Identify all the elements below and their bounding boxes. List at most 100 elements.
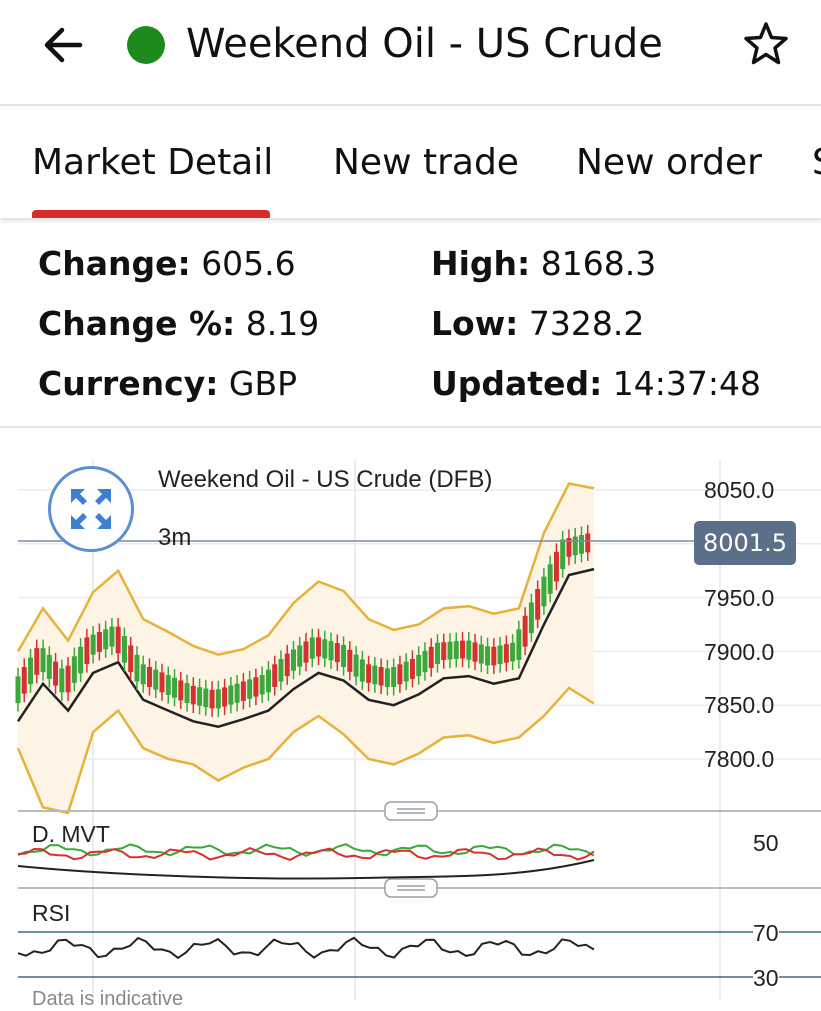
active-tab-indicator: [32, 210, 270, 218]
tab-new-trade[interactable]: New trade: [333, 136, 519, 190]
tab-market-detail[interactable]: Market Detail: [32, 136, 273, 190]
candle-body: [428, 646, 434, 669]
market-status-indicator: [127, 26, 165, 64]
stat-updated: Updated: 14:37:48: [431, 362, 761, 406]
candle-body: [240, 681, 246, 701]
candle-body: [578, 535, 584, 554]
candle-body: [78, 646, 84, 674]
app-header: Weekend Oil - US Crude: [0, 0, 821, 106]
candle-body: [197, 687, 203, 706]
tab-more[interactable]: S: [812, 136, 821, 190]
candle-body: [485, 646, 491, 666]
tab-new-order[interactable]: New order: [576, 136, 762, 190]
candle-body: [478, 644, 484, 664]
candle-body: [272, 664, 278, 687]
candle-body: [447, 641, 453, 660]
stat-label: Change:: [38, 244, 191, 283]
candle-body: [503, 644, 509, 663]
candle-body: [316, 637, 322, 657]
candle-body: [391, 667, 397, 687]
y-tick-label: 7950.0: [704, 585, 775, 611]
stat-low: Low: 7328.2: [431, 302, 644, 346]
candle-body: [384, 668, 390, 687]
candle-body: [46, 654, 52, 679]
star-outline-icon[interactable]: [740, 18, 792, 70]
stat-currency: Currency: GBP: [38, 362, 297, 406]
candle-body: [109, 626, 115, 647]
candle-body: [15, 676, 21, 704]
candle-body: [366, 664, 372, 683]
candle-body: [146, 667, 152, 687]
candle-body: [190, 685, 196, 705]
candle-body: [460, 640, 466, 659]
chart-title: Weekend Oil - US Crude (DFB): [158, 466, 493, 493]
stat-value: 14:37:48: [612, 364, 762, 403]
stat-label: High:: [431, 244, 531, 283]
candle-body: [378, 667, 384, 686]
candle-body: [585, 533, 591, 553]
chart-interval: 3m: [158, 524, 192, 551]
candle-body: [28, 657, 34, 685]
candle-body: [115, 626, 121, 654]
candle-body: [121, 636, 127, 663]
stat-label: Low:: [431, 304, 519, 343]
candle-body: [535, 588, 541, 620]
candle-body: [403, 661, 409, 682]
candle-body: [215, 689, 221, 709]
candle-body: [71, 656, 77, 683]
stat-value: 8.19: [245, 304, 320, 343]
candle-body: [572, 536, 578, 556]
y-tick-label: 7900.0: [704, 639, 775, 665]
candle-body: [278, 658, 284, 682]
candle-body: [397, 664, 403, 685]
candle-body: [96, 632, 102, 652]
candle-body: [347, 649, 353, 672]
expand-icon: [71, 489, 111, 529]
stat-change: Change: 605.6: [38, 242, 296, 286]
candle-body: [309, 637, 315, 659]
candle-body: [497, 645, 503, 665]
candle-body: [334, 643, 340, 663]
candle-body: [90, 634, 96, 655]
candle-body: [553, 551, 559, 582]
market-stats: Change: 605.6 Change %: 8.19 Currency: G…: [0, 222, 821, 426]
candle-body: [466, 640, 472, 660]
y-tick-label: 7850.0: [704, 692, 775, 718]
candle-body: [472, 642, 478, 662]
candle-body: [297, 645, 303, 667]
candle-body: [341, 644, 347, 668]
price-chart[interactable]: Weekend Oil - US Crude (DFB) 3m 8050.0 7…: [0, 430, 821, 1010]
candle-body: [303, 641, 309, 663]
candle-body: [134, 654, 140, 682]
candle-body: [253, 677, 259, 697]
candle-body: [84, 637, 90, 665]
candle-body: [234, 683, 240, 703]
rsi-label: RSI: [32, 900, 71, 926]
candle-body: [372, 665, 378, 685]
candle-body: [259, 675, 265, 695]
candle-body: [409, 658, 415, 679]
candle-body: [516, 629, 522, 661]
candle-body: [416, 654, 422, 677]
candle-body: [159, 672, 165, 693]
candle-body: [222, 687, 228, 707]
stat-label: Currency:: [38, 364, 219, 403]
candle-body: [128, 645, 134, 673]
candle-body: [53, 661, 59, 686]
candle-body: [528, 602, 534, 634]
candle-body: [510, 642, 516, 662]
dmvt-adx-line: [17, 859, 595, 880]
candle-body: [290, 649, 296, 671]
candle-body: [34, 648, 40, 675]
candle-body: [541, 576, 547, 607]
candle-body: [172, 677, 178, 698]
arrow-left-icon[interactable]: [38, 20, 88, 70]
candle-body: [184, 683, 190, 704]
candle-body: [434, 642, 440, 665]
stat-value: 605.6: [201, 244, 296, 283]
dmvt-level-label: 50: [753, 830, 779, 856]
expand-chart-button[interactable]: [48, 466, 134, 552]
candle-body: [359, 659, 365, 682]
stat-high: High: 8168.3: [431, 242, 656, 286]
page-title: Weekend Oil - US Crude: [186, 21, 663, 67]
